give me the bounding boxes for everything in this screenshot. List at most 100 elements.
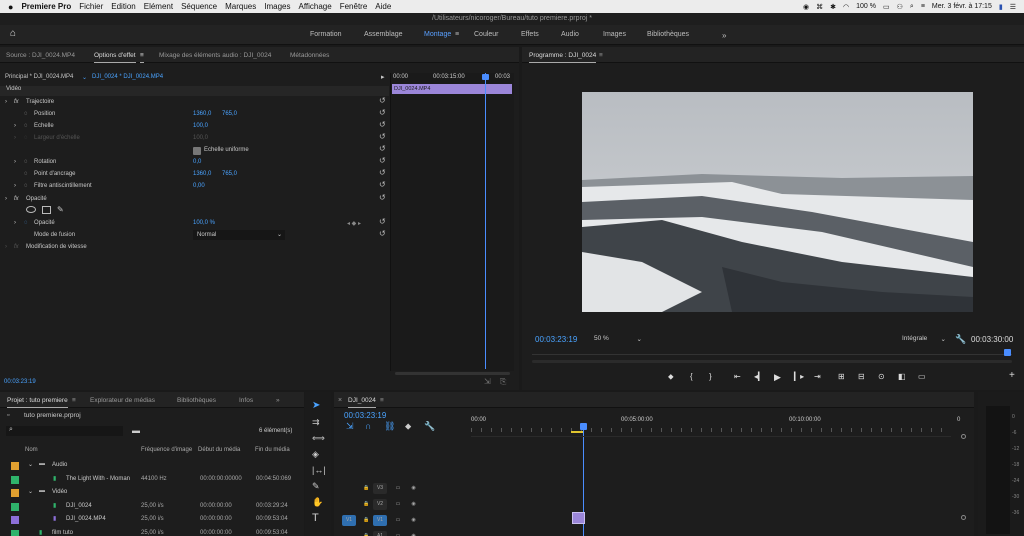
- stopwatch-rotation-icon[interactable]: ◌: [24, 159, 28, 171]
- col-start[interactable]: Début du média: [198, 447, 240, 453]
- project-item[interactable]: ▮ DJI_0024 25,00 i/s 00:00:00:00 00:03:29:24: [0, 501, 304, 513]
- bluetooth-icon[interactable]: ✱: [830, 3, 836, 11]
- workspace-tab-montage[interactable]: Montage: [424, 31, 451, 38]
- label-color-swatch[interactable]: [11, 475, 19, 484]
- project-search-input[interactable]: ⌕: [6, 426, 123, 436]
- mark-in-icon[interactable]: {: [690, 372, 693, 381]
- quality-select[interactable]: Intégrale ⌄: [902, 335, 948, 345]
- effect-mini-timeline[interactable]: 00:00 00:03:15:00 00:03 DJI_0024.MP4: [390, 73, 514, 371]
- eye-icon[interactable]: ◉: [408, 515, 419, 526]
- workspace-tab-images[interactable]: Images: [603, 31, 626, 38]
- ripple-edit-icon[interactable]: ⟺: [312, 433, 325, 444]
- anchor-x-value[interactable]: 1360,0: [193, 171, 211, 183]
- label-color-swatch[interactable]: [11, 489, 19, 497]
- keyframe-nav-icon[interactable]: ◂ ◆ ▸: [347, 220, 361, 232]
- stopwatch-scale-icon[interactable]: ◌: [24, 123, 28, 135]
- search-icon[interactable]: ⌕: [910, 3, 914, 11]
- selection-tool-icon[interactable]: ➤: [312, 400, 320, 411]
- project-item[interactable]: ▮ The Light With - Moman 44100 Hz 00:00:00:…: [0, 474, 304, 486]
- effect-timecode[interactable]: 00:03:23:19: [4, 379, 36, 385]
- timeline-timecode[interactable]: 00:03:23:19: [344, 411, 386, 420]
- reset-rotation-icon[interactable]: ↺: [379, 156, 386, 165]
- step-back-icon[interactable]: ◂▎: [754, 372, 764, 381]
- user-icon[interactable]: ⚇: [897, 3, 903, 11]
- expand-scale-icon[interactable]: ›: [14, 123, 16, 135]
- wifi-icon[interactable]: ◠: [843, 3, 849, 11]
- expand-opacity-icon[interactable]: ›: [5, 196, 7, 208]
- linked-selection-icon[interactable]: ⛓: [384, 421, 395, 432]
- project-item[interactable]: ▮ DJI_0024.MP4 25,00 i/s 00:00:00:00 00:09:5…: [0, 514, 304, 526]
- menu-fenetre[interactable]: Fenêtre: [340, 2, 368, 11]
- wrench-icon[interactable]: 🔧: [955, 334, 966, 345]
- workspace-tab-effets[interactable]: Effets: [521, 31, 539, 38]
- record-icon[interactable]: ◉: [803, 3, 809, 11]
- lock-track-icon[interactable]: 🔒: [361, 499, 372, 510]
- add-marker-icon[interactable]: ⬥: [668, 372, 674, 382]
- timeline-sequence-tab[interactable]: DJI_0024: [348, 397, 376, 408]
- mark-out-icon[interactable]: }: [709, 372, 712, 381]
- tab-info[interactable]: Infos: [239, 397, 253, 404]
- sync-lock-icon[interactable]: ▭: [392, 531, 404, 536]
- camera-icon[interactable]: ⊙: [878, 372, 885, 381]
- expand-rotation-icon[interactable]: ›: [14, 159, 16, 171]
- lift-icon[interactable]: ⊞: [838, 372, 845, 381]
- mini-zoom-bar[interactable]: [395, 372, 510, 375]
- scale-value[interactable]: 100,0: [193, 123, 208, 135]
- chevron-down-icon[interactable]: ⌄: [28, 461, 33, 468]
- tab-audio-mixer[interactable]: Mixage des éléments audio : DJI_0024: [159, 52, 271, 59]
- timeline-menu-icon[interactable]: ≡: [380, 397, 384, 404]
- menu-sequence[interactable]: Séquence: [181, 2, 217, 11]
- project-bin[interactable]: ⌄ ▬ Vidéo: [0, 487, 304, 499]
- reset-opacity-icon[interactable]: ↺: [379, 217, 386, 226]
- pen-mask-icon[interactable]: ✎: [57, 205, 64, 217]
- tab-project[interactable]: Projet : tuto premiere: [7, 397, 68, 408]
- lock-track-icon[interactable]: 🔒: [361, 515, 372, 526]
- menu-marques[interactable]: Marques: [225, 2, 256, 11]
- export-frame-icon[interactable]: ⎘: [500, 377, 506, 387]
- new-bin-icon[interactable]: ▬: [132, 426, 140, 435]
- project-menu-icon[interactable]: ≡: [72, 397, 76, 404]
- mini-playhead-handle[interactable]: [482, 74, 489, 80]
- menu-extra-icon[interactable]: ⌘: [816, 3, 823, 11]
- track-target-v1[interactable]: V1: [373, 515, 387, 526]
- workspace-menu-icon[interactable]: ≡: [455, 31, 459, 38]
- rotation-value[interactable]: 0,0: [193, 159, 201, 171]
- position-x-value[interactable]: 1360,0: [193, 111, 211, 123]
- anchor-y-value[interactable]: 765,0: [222, 171, 237, 183]
- flag-icon[interactable]: ▮: [999, 3, 1003, 11]
- sync-lock-icon[interactable]: ▭: [392, 483, 404, 494]
- reset-antiflicker-icon[interactable]: ↺: [379, 180, 386, 189]
- chevron-down-icon[interactable]: ⌄: [28, 488, 33, 495]
- reset-scale-width-icon[interactable]: ↺: [379, 132, 386, 141]
- label-color-swatch[interactable]: [11, 462, 19, 470]
- reset-anchor-icon[interactable]: ↺: [379, 168, 386, 177]
- workspace-tab-audio[interactable]: Audio: [561, 31, 579, 38]
- track-select-icon[interactable]: ⇉: [312, 417, 320, 428]
- program-menu-icon[interactable]: ≡: [599, 52, 603, 59]
- eye-icon[interactable]: ◉: [408, 483, 419, 494]
- app-menu[interactable]: Premiere Pro: [21, 2, 71, 11]
- sync-lock-icon[interactable]: ▭: [392, 499, 404, 510]
- label-color-swatch[interactable]: [11, 502, 19, 511]
- project-bin[interactable]: ⌄ ▬ Audio: [0, 460, 304, 472]
- battery-icon[interactable]: ▭: [883, 3, 890, 11]
- timeline-clip-v1[interactable]: [572, 512, 585, 524]
- clip-master-label[interactable]: Principal * DJI_0024.MP4: [5, 74, 73, 86]
- tab-libraries[interactable]: Bibliothèques: [177, 397, 216, 404]
- menubar-clock[interactable]: Mer. 3 févr. à 17:15: [932, 3, 992, 10]
- reset-opacity-group-icon[interactable]: ↺: [379, 193, 386, 202]
- slip-tool-icon[interactable]: |↔|: [312, 465, 326, 475]
- tab-metadata[interactable]: Métadonnées: [290, 52, 329, 59]
- tab-source[interactable]: Source : DJI_0024.MP4: [6, 52, 75, 59]
- play-icon[interactable]: ▶: [774, 372, 781, 383]
- track-target-v2[interactable]: V2: [373, 499, 387, 510]
- control-center-icon[interactable]: ≡: [921, 3, 925, 10]
- menu-fichier[interactable]: Fichier: [79, 2, 103, 11]
- rectangle-mask-icon[interactable]: [42, 206, 51, 214]
- home-icon[interactable]: ⌂: [10, 28, 16, 39]
- tab-media-browser[interactable]: Explorateur de médias: [90, 397, 155, 404]
- close-sequence-icon[interactable]: ×: [338, 397, 342, 404]
- reset-blend-icon[interactable]: ↺: [379, 229, 386, 238]
- stopwatch-position-icon[interactable]: ◌: [24, 111, 28, 123]
- vr-icon[interactable]: ▭: [918, 372, 926, 381]
